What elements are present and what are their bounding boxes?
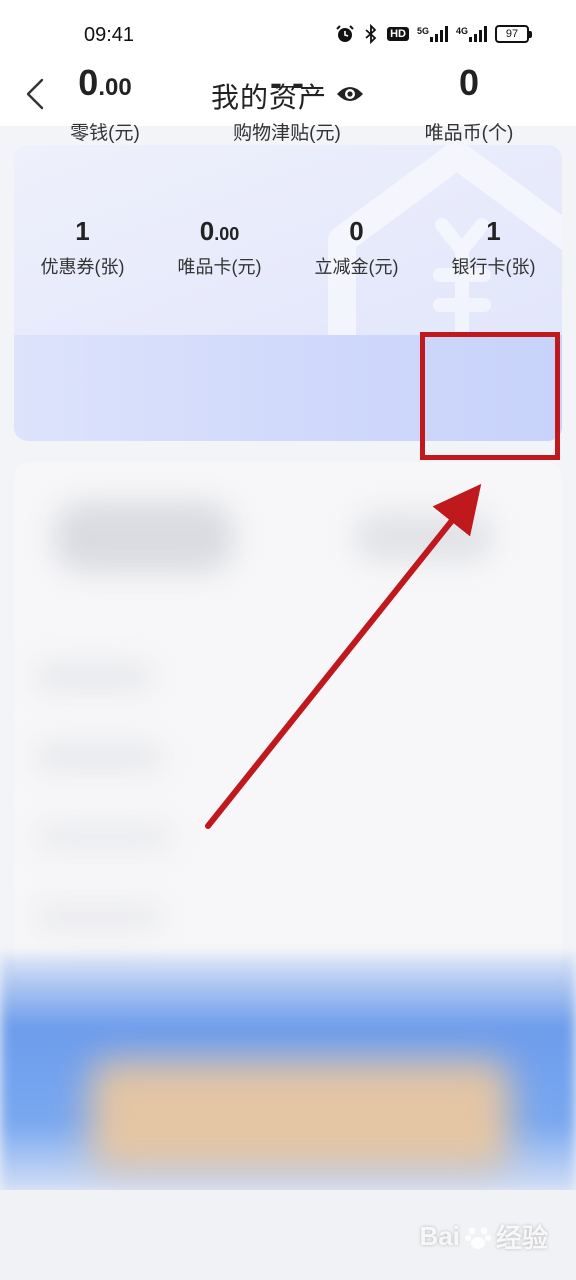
asset-shopping-allowance-value: - - bbox=[270, 62, 304, 103]
net-label-4g: 4G bbox=[455, 26, 468, 36]
battery-level: 97 bbox=[495, 25, 529, 43]
asset-bank-cards-value: 1 bbox=[486, 216, 501, 246]
asset-vip-card[interactable]: 0.00 唯品卡(元) bbox=[151, 215, 288, 279]
asset-coupons-label: 优惠券(张) bbox=[40, 257, 125, 277]
paw-icon bbox=[464, 1227, 491, 1249]
status-time: 09:41 bbox=[84, 24, 135, 46]
bluetooth-icon bbox=[365, 24, 377, 44]
asset-coupons[interactable]: 1 优惠券(张) bbox=[14, 215, 151, 279]
asset-instant-discount-value: 0 bbox=[349, 216, 364, 246]
asset-shopping-allowance-label: 购物津贴(元) bbox=[233, 123, 341, 144]
asset-vip-card-label: 唯品卡(元) bbox=[177, 257, 262, 277]
baidu-watermark: Bai 经验 bbox=[420, 1218, 548, 1255]
alarm-icon bbox=[336, 25, 354, 42]
asset-bank-cards-label: 银行卡(张) bbox=[451, 257, 536, 277]
blurred-content-panel bbox=[14, 462, 562, 982]
asset-shopping-allowance[interactable]: - - 购物津贴(元) bbox=[196, 60, 378, 145]
watermark-text-a: Bai bbox=[419, 1221, 460, 1251]
asset-instant-discount[interactable]: 0 立减金(元) bbox=[288, 215, 425, 279]
signal-5g-icon: 5G bbox=[417, 26, 448, 42]
asset-vip-card-value: 0.00 bbox=[199, 216, 240, 246]
asset-instant-discount-label: 立减金(元) bbox=[314, 257, 399, 277]
highlight-box bbox=[420, 332, 560, 460]
asset-change-label: 零钱(元) bbox=[70, 123, 140, 144]
watermark-text-b: 经验 bbox=[495, 1223, 548, 1253]
net-label-5g: 5G bbox=[416, 26, 429, 36]
asset-change[interactable]: 0.00 零钱(元) bbox=[14, 60, 196, 145]
battery-icon: 97 bbox=[495, 25, 532, 43]
asset-vip-coins-value: 0 bbox=[458, 62, 480, 103]
asset-vip-coins[interactable]: 0 唯品币(个) bbox=[378, 60, 560, 145]
hd-badge: HD bbox=[387, 27, 409, 41]
asset-change-value: 0.00 bbox=[78, 62, 132, 103]
blurred-banner-button bbox=[90, 1060, 510, 1170]
asset-bank-cards[interactable]: 1 银行卡(张) bbox=[425, 215, 562, 279]
signal-4g-icon: 4G bbox=[456, 26, 487, 42]
asset-coupons-value: 1 bbox=[75, 216, 90, 246]
asset-vip-coins-label: 唯品币(个) bbox=[424, 123, 514, 144]
status-icons: HD 5G 4G 97 bbox=[335, 24, 532, 44]
